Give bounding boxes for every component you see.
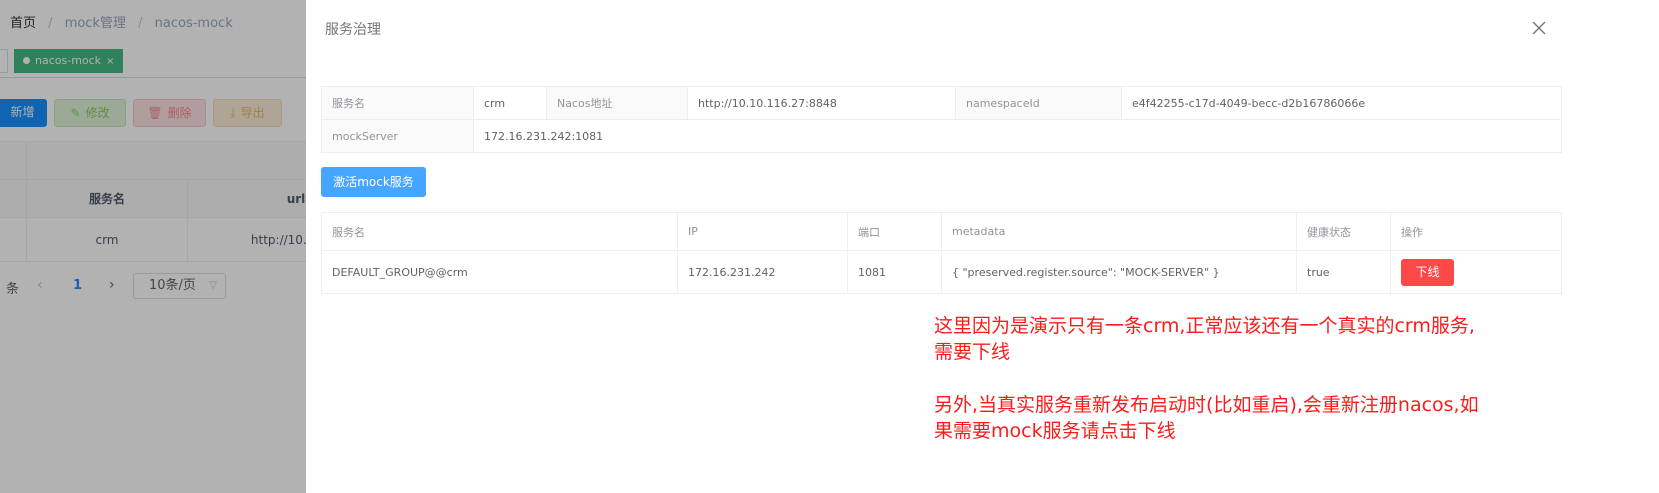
label-mock-server: mockServer bbox=[321, 119, 474, 153]
value-namespace-id: e4f42255-c17d-4049-becc-d2b16786066e bbox=[1121, 86, 1562, 120]
header-service-name: 服务名 bbox=[321, 212, 678, 251]
header-health: 健康状态 bbox=[1296, 212, 1391, 251]
value-service-name: crm bbox=[473, 86, 547, 120]
value-nacos-address: http://10.10.116.27:8848 bbox=[687, 86, 956, 120]
annotation-line-3: 另外,当真实服务重新发布启动时(比如重启),会重新注册nacos,如 bbox=[934, 394, 1479, 416]
annotation-line-4: 果需要mock服务请点击下线 bbox=[934, 420, 1176, 442]
cell-metadata: { "preserved.register.source": "MOCK-SER… bbox=[941, 250, 1297, 294]
annotation-line-1: 这里因为是演示只有一条crm,正常应该还有一个真实的crm服务, bbox=[934, 315, 1475, 337]
drawer-title: 服务治理 bbox=[325, 22, 381, 38]
cell-health: true bbox=[1296, 250, 1391, 294]
label-service-name: 服务名 bbox=[321, 86, 474, 120]
service-governance-drawer: 服务治理 服务名 crm Nacos地址 http://10.10.116.27… bbox=[306, 0, 1659, 493]
cell-service-name: DEFAULT_GROUP@@crm bbox=[321, 250, 678, 294]
offline-button[interactable]: 下线 bbox=[1401, 258, 1454, 286]
header-metadata: metadata bbox=[941, 212, 1297, 251]
cell-action: 下线 bbox=[1390, 250, 1562, 294]
cell-port: 1081 bbox=[847, 250, 942, 294]
info-row: mockServer 172.16.231.242:1081 bbox=[321, 119, 1562, 153]
label-namespace-id: namespaceId bbox=[955, 86, 1122, 120]
header-ip: IP bbox=[677, 212, 848, 251]
table-header-row: 服务名 IP 端口 metadata 健康状态 操作 bbox=[321, 212, 1562, 251]
value-mock-server: 172.16.231.242:1081 bbox=[473, 119, 1562, 153]
service-instance-table: 服务名 IP 端口 metadata 健康状态 操作 DEFAULT_GROUP… bbox=[321, 212, 1562, 294]
header-action: 操作 bbox=[1390, 212, 1562, 251]
activate-mock-service-button[interactable]: 激活mock服务 bbox=[321, 167, 426, 197]
close-button[interactable] bbox=[1530, 19, 1548, 37]
service-info-table: 服务名 crm Nacos地址 http://10.10.116.27:8848… bbox=[321, 86, 1562, 153]
info-row: 服务名 crm Nacos地址 http://10.10.116.27:8848… bbox=[321, 86, 1562, 120]
label-nacos-address: Nacos地址 bbox=[546, 86, 688, 120]
table-row: DEFAULT_GROUP@@crm 172.16.231.242 1081 {… bbox=[321, 250, 1562, 294]
cell-ip: 172.16.231.242 bbox=[677, 250, 848, 294]
close-icon bbox=[1532, 21, 1546, 35]
annotation-line-2: 需要下线 bbox=[934, 341, 1011, 363]
header-port: 端口 bbox=[847, 212, 942, 251]
